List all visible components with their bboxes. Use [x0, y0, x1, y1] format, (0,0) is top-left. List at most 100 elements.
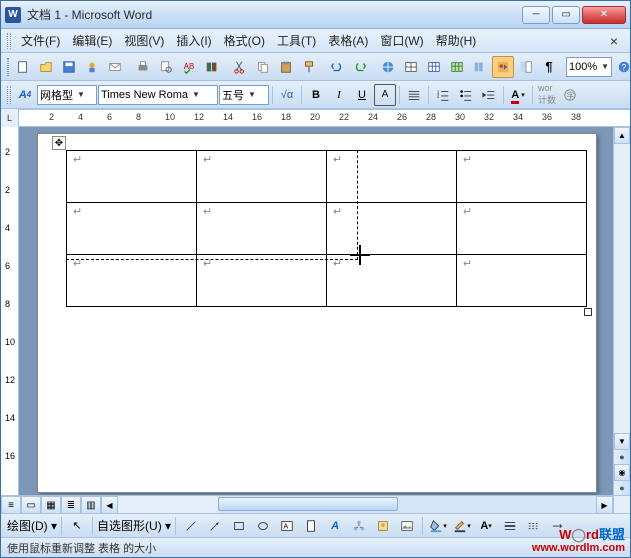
hscroll-right-button[interactable]: ▶ [596, 496, 613, 514]
indent-button[interactable] [478, 84, 500, 106]
columns-button[interactable] [469, 56, 491, 78]
new-doc-button[interactable] [12, 56, 34, 78]
menu-table[interactable]: 表格(A) [322, 30, 374, 51]
table-resize-handle[interactable] [584, 308, 592, 316]
table-cell[interactable]: ↵ [327, 255, 457, 307]
wordart-button[interactable]: A [324, 515, 346, 537]
line-button[interactable] [180, 515, 202, 537]
format-painter-button[interactable] [298, 56, 320, 78]
table-cell[interactable]: ↵ [197, 151, 327, 203]
line-color-button[interactable]: ▾ [451, 515, 473, 537]
browse-prev-button[interactable]: ● [614, 450, 630, 464]
doc-close-button[interactable]: × [604, 33, 624, 49]
insert-table-button[interactable] [423, 56, 445, 78]
rectangle-button[interactable] [228, 515, 250, 537]
bullets-button[interactable] [455, 84, 477, 106]
close-button[interactable]: ✕ [582, 6, 626, 24]
menu-grip[interactable] [7, 33, 11, 49]
diagram-button[interactable] [348, 515, 370, 537]
reading-view-button[interactable]: ▥ [81, 496, 101, 514]
permission-button[interactable] [81, 56, 103, 78]
table-move-handle[interactable]: ✥ [52, 136, 66, 150]
page[interactable]: ✥ ↵↵↵↵ ↵↵↵↵ ↵↵↵↵ [37, 133, 597, 493]
italic-button[interactable]: I [328, 84, 350, 106]
table-cell[interactable]: ↵ [457, 255, 587, 307]
oval-button[interactable] [252, 515, 274, 537]
vtextbox-button[interactable] [300, 515, 322, 537]
table-cell[interactable]: ↵ [327, 151, 457, 203]
paste-button[interactable] [275, 56, 297, 78]
browse-next-button[interactable]: ● [614, 481, 630, 495]
drawing-button[interactable] [492, 56, 514, 78]
font-combo[interactable]: Times New Roma▼ [98, 85, 218, 105]
show-marks-button[interactable]: ¶ [538, 56, 560, 78]
menu-format[interactable]: 格式(O) [218, 30, 271, 51]
menu-insert[interactable]: 插入(I) [170, 30, 217, 51]
web-view-button[interactable]: ▭ [21, 496, 41, 514]
char-border-button[interactable]: A [374, 84, 396, 106]
spellcheck-button[interactable]: AB [178, 56, 200, 78]
size-combo[interactable]: 五号▼ [219, 85, 269, 105]
print-view-button[interactable]: ▦ [41, 496, 61, 514]
doc-map-button[interactable] [515, 56, 537, 78]
menu-view[interactable]: 视图(V) [118, 30, 170, 51]
horizontal-ruler[interactable]: L /*ticks rendered below by binder*/ 246… [1, 109, 630, 127]
document-pane[interactable]: ✥ ↵↵↵↵ ↵↵↵↵ ↵↵↵↵ [19, 127, 613, 495]
clipart-button[interactable] [372, 515, 394, 537]
hscroll-left-button[interactable]: ◀ [101, 496, 118, 514]
research-button[interactable] [201, 56, 223, 78]
redo-button[interactable] [349, 56, 371, 78]
line-style-button[interactable] [499, 515, 521, 537]
fontcolor-draw-button[interactable]: A▾ [475, 515, 497, 537]
autoshapes-menu[interactable]: 自选图形(U) ▾ [97, 517, 171, 534]
outline-view-button[interactable]: ≣ [61, 496, 81, 514]
document-table[interactable]: ↵↵↵↵ ↵↵↵↵ ↵↵↵↵ [66, 150, 587, 307]
help-button[interactable]: ? [613, 56, 631, 78]
hscroll-track[interactable] [218, 496, 596, 513]
insert-worksheet-button[interactable] [446, 56, 468, 78]
menu-window[interactable]: 窗口(W) [374, 30, 429, 51]
menu-help[interactable]: 帮助(H) [430, 30, 483, 51]
align-distributed-button[interactable] [403, 84, 425, 106]
toolbar-grip[interactable] [7, 58, 9, 76]
vertical-ruler[interactable]: 2246810121416 [1, 127, 19, 495]
enclose-char-button[interactable]: 字 [559, 84, 581, 106]
tables-borders-button[interactable] [400, 56, 422, 78]
open-button[interactable] [35, 56, 57, 78]
picture-button[interactable] [396, 515, 418, 537]
undo-button[interactable] [326, 56, 348, 78]
table-cell[interactable]: ↵ [457, 203, 587, 255]
save-button[interactable] [58, 56, 80, 78]
underline-button[interactable]: U [351, 84, 373, 106]
style-combo[interactable]: 网格型▼ [37, 85, 97, 105]
scroll-up-button[interactable]: ▲ [614, 127, 630, 144]
sqrt-button[interactable]: √α [276, 84, 298, 106]
font-color-button[interactable]: A▾ [507, 84, 529, 106]
table-cell[interactable]: ↵ [197, 255, 327, 307]
textbox-button[interactable]: A [276, 515, 298, 537]
table-cell[interactable]: ↵ [67, 151, 197, 203]
table-cell[interactable]: ↵ [457, 151, 587, 203]
minimize-button[interactable]: ─ [522, 6, 550, 24]
hyperlink-button[interactable] [377, 56, 399, 78]
cut-button[interactable] [229, 56, 251, 78]
zoom-combo[interactable]: 100%▼ [566, 57, 612, 77]
vertical-scrollbar[interactable]: ▲ ▼ ● ◉ ● [613, 127, 630, 495]
toolbar-grip-2[interactable] [7, 86, 11, 104]
tab-selector[interactable]: L [1, 109, 19, 127]
table-cell[interactable]: ↵ [327, 203, 457, 255]
table-cell[interactable]: ↵ [67, 203, 197, 255]
scroll-down-button[interactable]: ▼ [614, 433, 630, 450]
table-cell[interactable]: ↵ [197, 203, 327, 255]
table-cell[interactable]: ↵ [67, 255, 197, 307]
bold-button[interactable]: B [305, 84, 327, 106]
arrow-button[interactable] [204, 515, 226, 537]
hscroll-thumb[interactable] [218, 497, 398, 511]
numbering-button[interactable]: 12 [432, 84, 454, 106]
normal-view-button[interactable]: ≡ [1, 496, 21, 514]
maximize-button[interactable]: ▭ [552, 6, 580, 24]
styles-button[interactable]: A4 [14, 84, 36, 106]
copy-button[interactable] [252, 56, 274, 78]
menu-edit[interactable]: 编辑(E) [66, 30, 118, 51]
email-button[interactable] [104, 56, 126, 78]
